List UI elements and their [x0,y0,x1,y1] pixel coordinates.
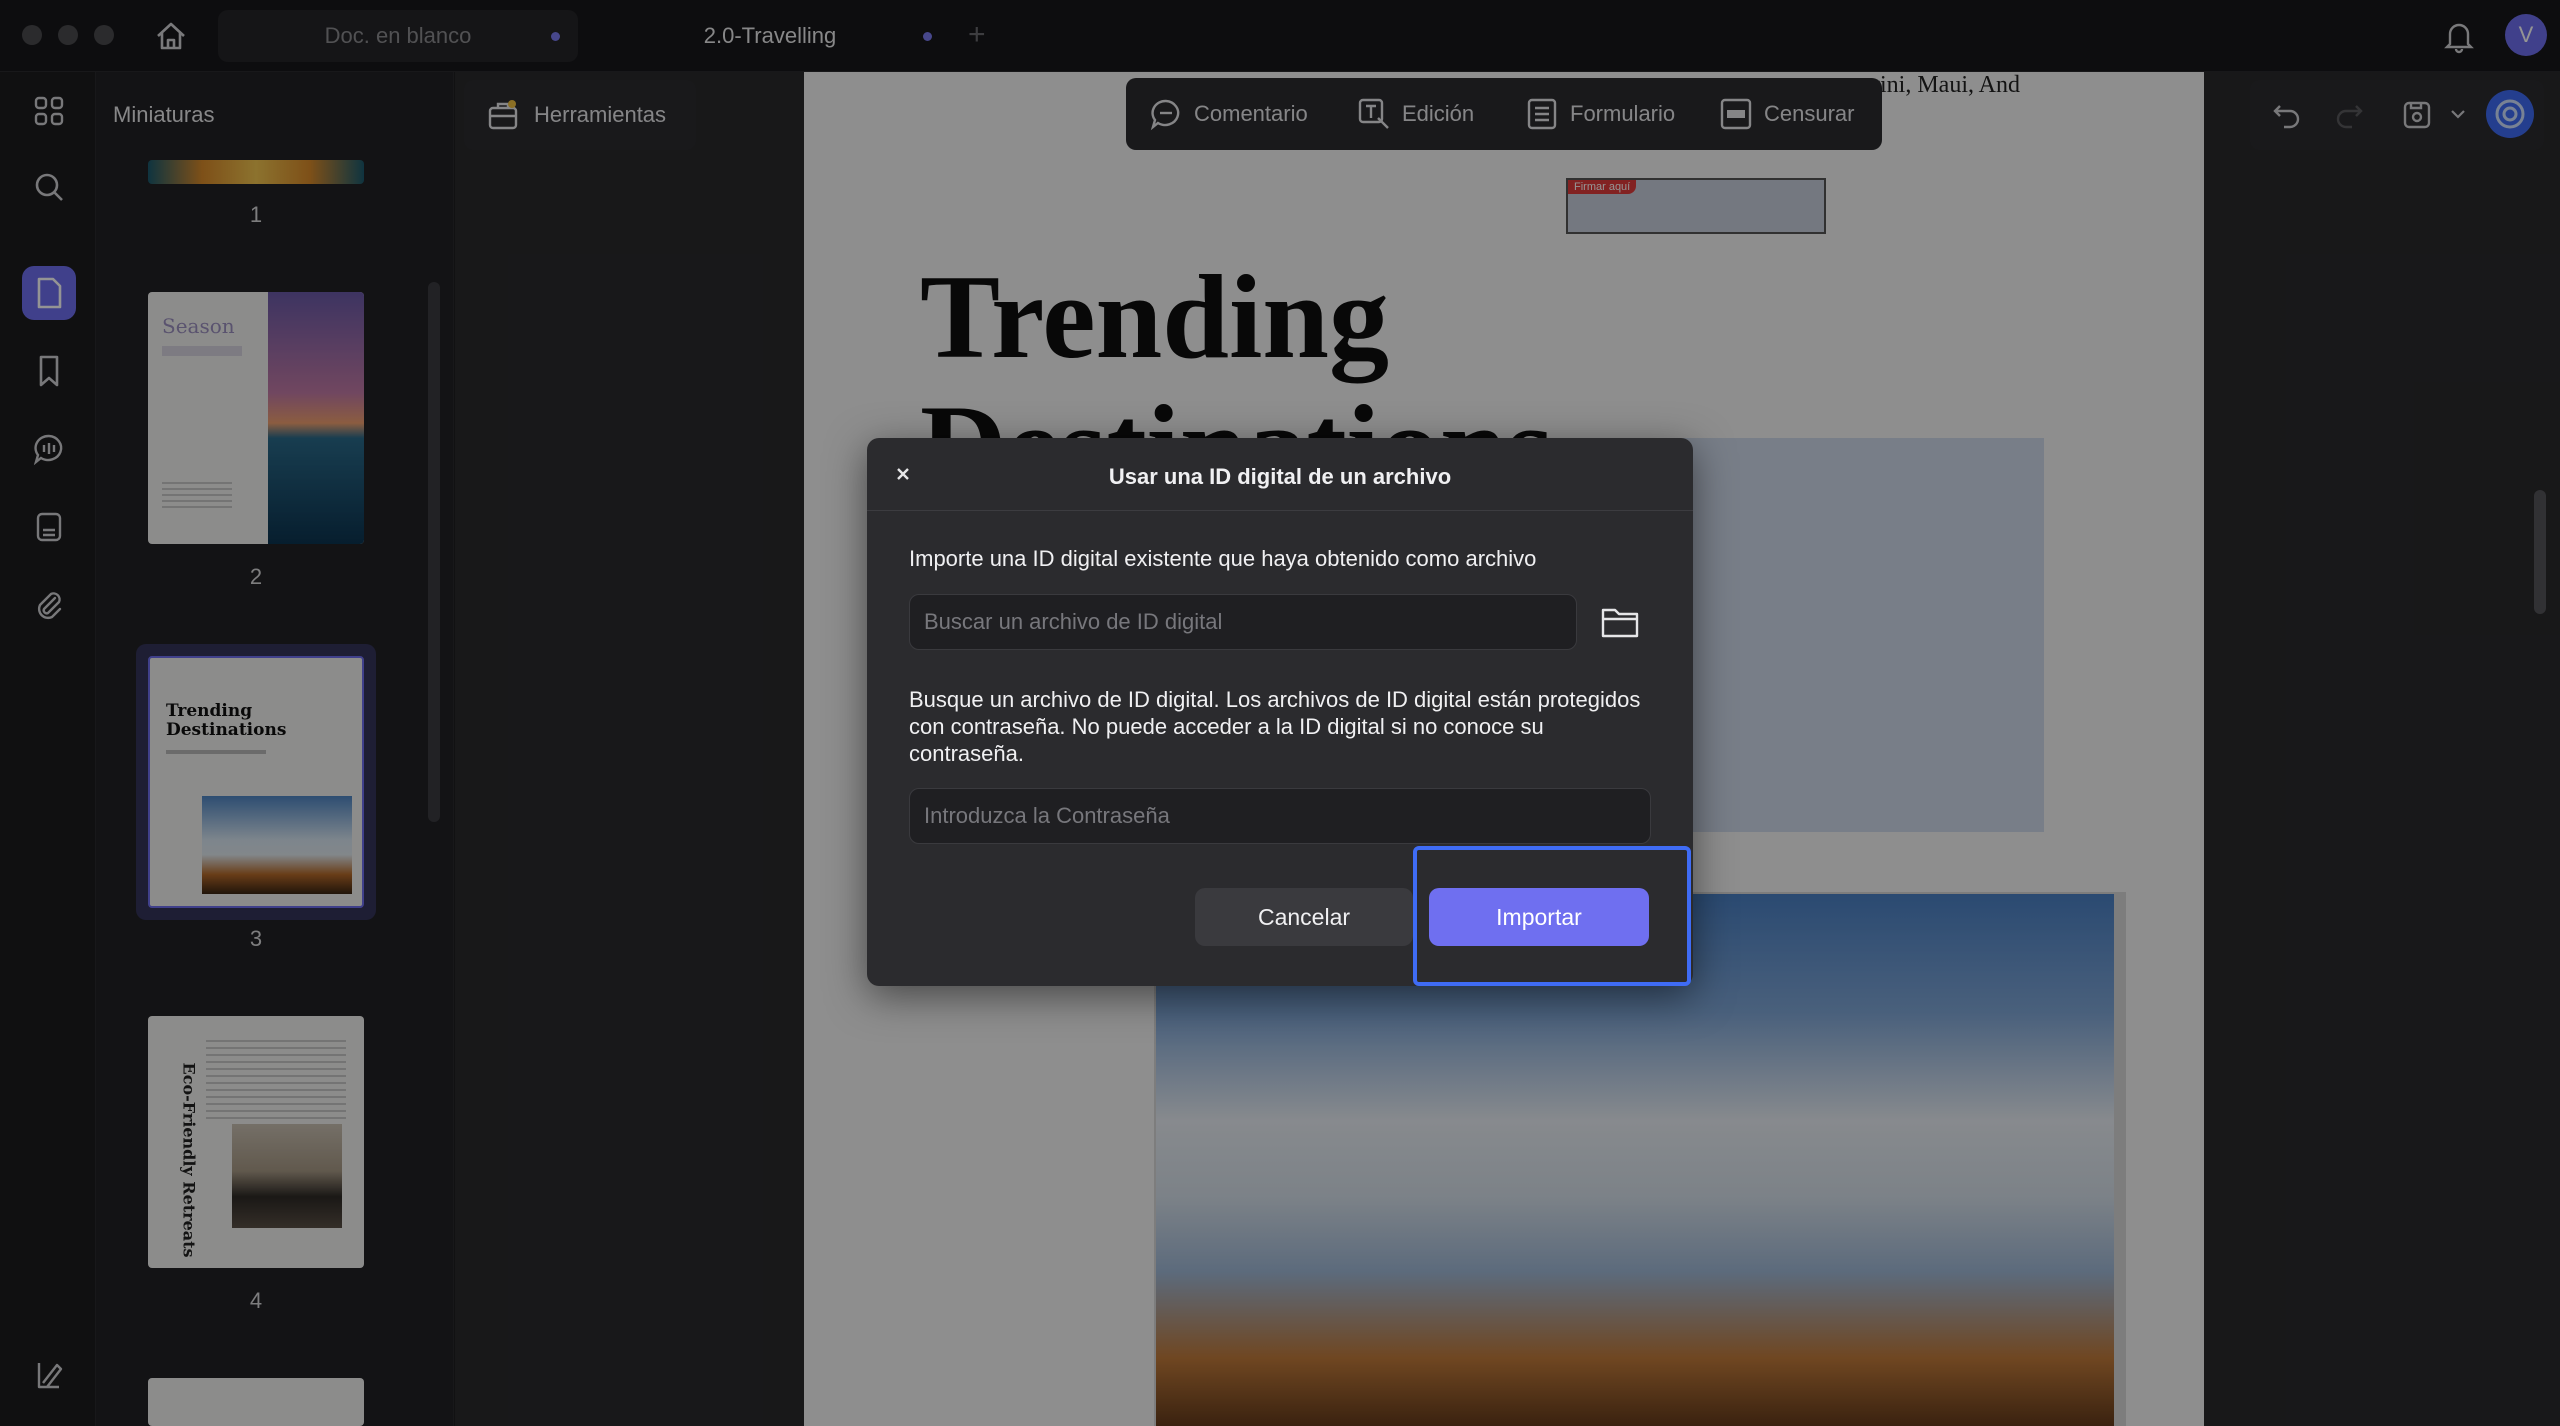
import-button[interactable]: Importar [1429,888,1649,946]
dialog-description: Busque un archivo de ID digital. Los arc… [909,687,1641,766]
folder-icon[interactable] [1599,602,1641,642]
digital-id-dialog: Usar una ID digital de un archivo Import… [867,438,1693,986]
dialog-divider [867,510,1693,511]
digital-id-file-input[interactable]: Buscar un archivo de ID digital [909,594,1577,650]
file-input-placeholder: Buscar un archivo de ID digital [924,609,1223,634]
password-input[interactable]: Introduzca la Contraseña [909,788,1651,844]
cancel-button[interactable]: Cancelar [1195,888,1413,946]
dialog-title: Usar una ID digital de un archivo [1108,464,1452,489]
password-placeholder: Introduzca la Contraseña [924,803,1170,828]
dialog-intro: Importe una ID digital existente que hay… [909,546,1537,571]
